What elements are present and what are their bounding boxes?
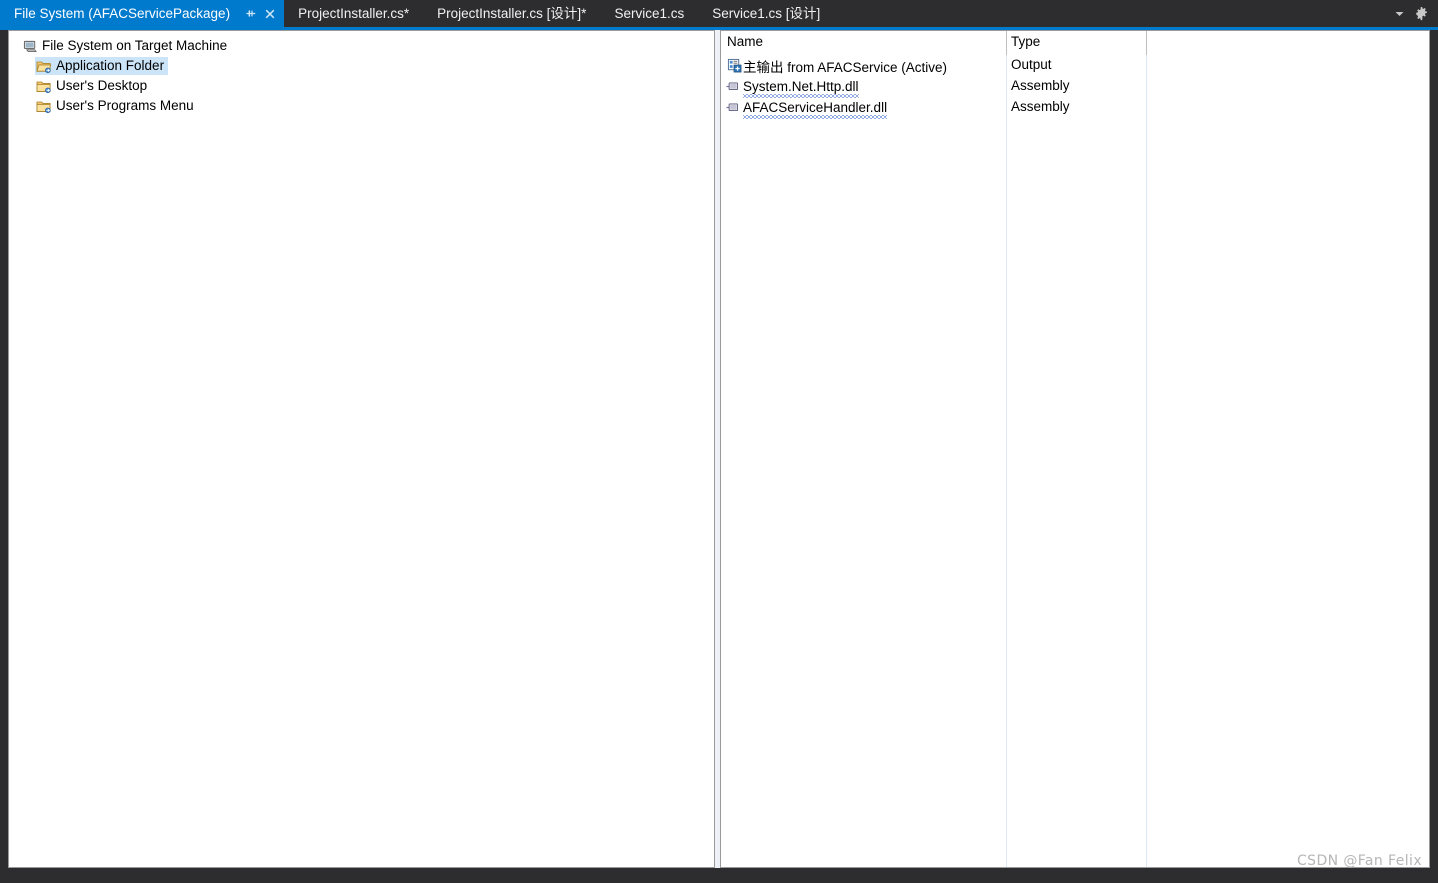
tab-label: Service1.cs	[614, 6, 685, 21]
tab-project-installer-cs[interactable]: ProjectInstaller.cs*	[284, 0, 423, 27]
tab-controls	[240, 5, 278, 22]
tab-label: File System (AFACServicePackage)	[14, 6, 231, 21]
folder-open-icon	[35, 57, 53, 75]
project-output-icon	[725, 57, 743, 75]
list-item-system-net-http[interactable]: System.Net.Http.dll Assembly	[721, 76, 1429, 98]
tree-item-label: User's Desktop	[56, 78, 148, 93]
list-item-type: Assembly	[1011, 78, 1070, 93]
list-item-type: Assembly	[1011, 99, 1070, 114]
list-rows: 主输出 from AFACService (Active) Output Sys…	[721, 55, 1429, 119]
tab-project-installer-cs-design[interactable]: ProjectInstaller.cs [设计]*	[423, 0, 600, 27]
list-item-type: Output	[1011, 57, 1052, 72]
list-item-label: System.Net.Http.dll	[743, 78, 859, 98]
tree-item-label: Application Folder	[53, 57, 169, 75]
list-item-afac-service-handler[interactable]: AFACServiceHandler.dll Assembly	[721, 97, 1429, 119]
list-header: Name Type	[721, 31, 1429, 55]
tab-file-system[interactable]: File System (AFACServicePackage)	[0, 0, 285, 27]
tab-label: Service1.cs [设计]	[712, 6, 821, 21]
column-divider-2[interactable]	[1146, 31, 1147, 867]
list-item-label: 主输出 from AFACService (Active)	[743, 59, 948, 75]
tab-label: ProjectInstaller.cs*	[298, 6, 410, 21]
list-item-name-cell: 主输出 from AFACService (Active)	[725, 55, 947, 76]
computer-icon	[21, 37, 39, 55]
pin-icon[interactable]	[242, 5, 259, 22]
tree-item-label: User's Programs Menu	[56, 98, 194, 113]
list-item-name-cell: System.Net.Http.dll	[725, 76, 859, 98]
folder-contents-pane: Name Type 主输出 from AFACService (Active) …	[720, 30, 1430, 868]
assembly-icon	[725, 99, 743, 117]
column-header-name[interactable]: Name	[727, 34, 763, 49]
folder-icon	[35, 97, 53, 115]
tab-service1-cs-design[interactable]: Service1.cs [设计]	[698, 0, 834, 27]
list-item-name-cell: AFACServiceHandler.dll	[725, 97, 888, 119]
column-header-type[interactable]: Type	[1011, 34, 1040, 49]
file-system-tree: File System on Target Machine Applicatio…	[9, 31, 714, 116]
tree-root-label: File System on Target Machine	[42, 38, 228, 53]
editor-tab-strip: File System (AFACServicePackage) Project…	[0, 0, 1438, 27]
visual-studio-window: File System (AFACServicePackage) Project…	[0, 0, 1438, 883]
list-item-primary-output[interactable]: 主输出 from AFACService (Active) Output	[721, 55, 1429, 76]
file-system-editor: File System on Target Machine Applicatio…	[0, 30, 1438, 870]
chevron-down-icon[interactable]	[1388, 2, 1410, 26]
tree-root-file-system-on-target-machine[interactable]: File System on Target Machine	[13, 36, 714, 56]
tab-strip-controls	[1388, 0, 1438, 27]
tab-service1-cs[interactable]: Service1.cs	[600, 0, 698, 27]
file-system-tree-pane: File System on Target Machine Applicatio…	[8, 30, 715, 868]
tree-item-users-programs-menu[interactable]: User's Programs Menu	[13, 96, 714, 116]
gear-icon[interactable]	[1410, 2, 1432, 26]
tab-label: ProjectInstaller.cs [设计]*	[437, 6, 587, 21]
tree-item-users-desktop[interactable]: User's Desktop	[13, 76, 714, 96]
close-icon[interactable]	[261, 5, 278, 22]
list-item-label: AFACServiceHandler.dll	[743, 99, 888, 119]
assembly-icon	[725, 78, 743, 96]
tree-item-application-folder[interactable]: Application Folder	[13, 56, 714, 76]
column-divider-1[interactable]	[1006, 31, 1007, 867]
watermark: CSDN @Fan Felix	[1297, 853, 1422, 869]
folder-icon	[35, 77, 53, 95]
